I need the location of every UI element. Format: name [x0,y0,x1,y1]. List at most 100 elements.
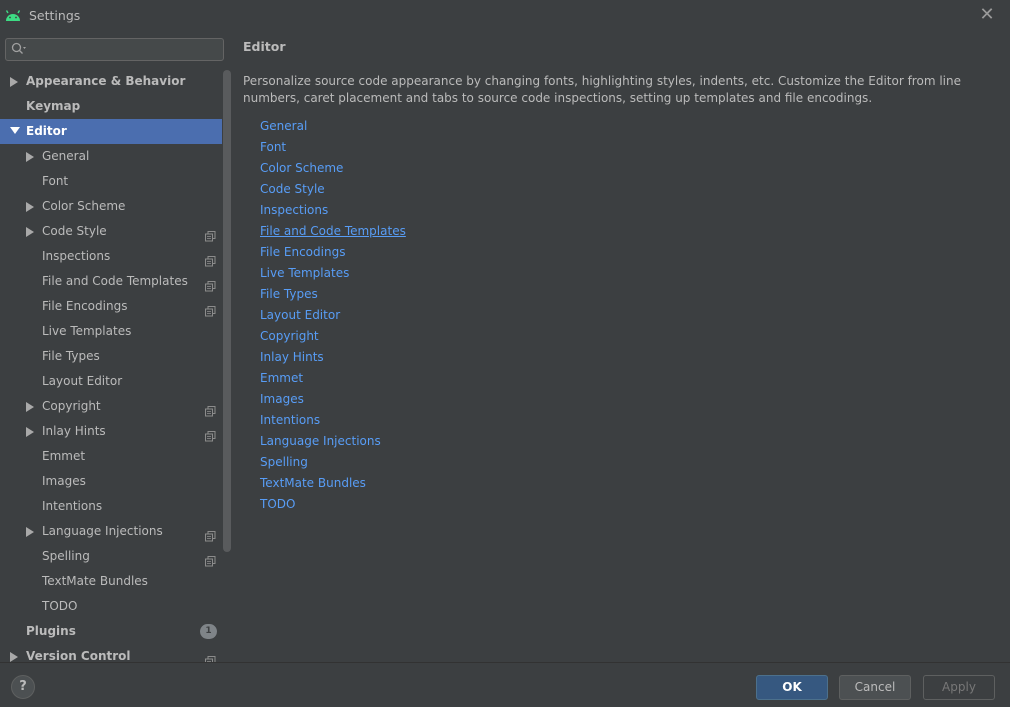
sidebar-item-color-scheme[interactable]: Color Scheme [0,194,222,219]
sidebar-item-label: TODO [42,599,78,613]
sidebar-item-label: Inspections [42,249,111,263]
link-layout-editor[interactable]: Layout Editor [260,305,406,326]
chevron-right-icon[interactable] [26,144,36,169]
chevron-down-icon[interactable] [10,119,20,144]
sidebar-item-inspections[interactable]: Inspections [0,244,222,269]
project-settings-icon [205,651,216,662]
link-code-style[interactable]: Code Style [260,179,406,200]
sidebar-item-emmet[interactable]: Emmet [0,444,222,469]
project-settings-icon [205,401,216,417]
sidebar-item-label: Editor [26,124,67,138]
link-todo[interactable]: TODO [260,494,406,515]
link-inspections[interactable]: Inspections [260,200,406,221]
sidebar-item-label: Spelling [42,549,90,563]
project-settings-icon [205,226,216,242]
link-file-encodings[interactable]: File Encodings [260,242,406,263]
settings-sidebar: Appearance & Behavior Keymap Editor General… [0,32,232,662]
sidebar-item-label: Keymap [26,99,81,113]
sidebar-item-intentions[interactable]: Intentions [0,494,222,519]
link-language-injections[interactable]: Language Injections [260,431,406,452]
link-file-and-code-templates[interactable]: File and Code Templates [260,221,406,242]
sidebar-item-label: TextMate Bundles [42,574,148,588]
project-settings-icon [205,276,216,292]
sidebar-item-editor[interactable]: Editor [0,119,222,144]
sidebar-item-file-encodings[interactable]: File Encodings [0,294,222,319]
sidebar-item-appearance-behavior[interactable]: Appearance & Behavior [0,69,222,94]
sidebar-item-inlay-hints[interactable]: Inlay Hints [0,419,222,444]
sidebar-item-label: Live Templates [42,324,132,338]
project-settings-icon [205,551,216,567]
chevron-right-icon[interactable] [10,69,20,94]
sidebar-item-label: Code Style [42,224,107,238]
link-intentions[interactable]: Intentions [260,410,406,431]
link-textmate-bundles[interactable]: TextMate Bundles [260,473,406,494]
link-general[interactable]: General [260,116,406,137]
title-bar: Settings ✕ [0,0,1010,32]
link-color-scheme[interactable]: Color Scheme [260,158,406,179]
link-file-types[interactable]: File Types [260,284,406,305]
page-title: Editor [243,39,286,54]
link-live-templates[interactable]: Live Templates [260,263,406,284]
update-count-badge: 1 [200,624,217,639]
chevron-right-icon[interactable] [26,394,36,419]
link-inlay-hints[interactable]: Inlay Hints [260,347,406,368]
subpage-links: General Font Color Scheme Code Style Inspect… [260,116,406,515]
sidebar-item-layout-editor[interactable]: Layout Editor [0,369,222,394]
sidebar-item-todo[interactable]: TODO [0,594,222,619]
help-button[interactable]: ? [11,675,35,699]
sidebar-item-file-and-code-templates[interactable]: File and Code Templates [0,269,222,294]
chevron-right-icon[interactable] [26,219,36,244]
sidebar-item-label: Color Scheme [42,199,126,213]
sidebar-item-label: General [42,149,90,163]
page-description: Personalize source code appearance by ch… [243,74,961,105]
link-emmet[interactable]: Emmet [260,368,406,389]
apply-button[interactable]: Apply [923,675,995,700]
chevron-right-icon[interactable] [26,419,36,444]
project-settings-icon [205,251,216,267]
search-input[interactable] [5,38,224,61]
dialog-footer: ? OK Cancel Apply [0,662,1010,707]
project-settings-icon [205,301,216,317]
sidebar-item-plugins[interactable]: Plugins 1 [0,619,222,644]
sidebar-item-file-types[interactable]: File Types [0,344,222,369]
ok-button[interactable]: OK [756,675,828,700]
sidebar-item-textmate-bundles[interactable]: TextMate Bundles [0,569,222,594]
settings-tree: Appearance & Behavior Keymap Editor General… [0,69,222,662]
sidebar-item-label: Intentions [42,499,103,513]
sidebar-item-label: Font [42,174,69,188]
android-icon [4,8,22,22]
chevron-right-icon[interactable] [10,644,20,662]
sidebar-item-label: Inlay Hints [42,424,106,438]
sidebar-item-version-control[interactable]: Version Control [0,644,222,662]
sidebar-item-images[interactable]: Images [0,469,222,494]
sidebar-item-font[interactable]: Font [0,169,222,194]
sidebar-item-label: File and Code Templates [42,274,188,288]
cancel-button[interactable]: Cancel [839,675,911,700]
sidebar-item-language-injections[interactable]: Language Injections [0,519,222,544]
sidebar-item-label: Language Injections [42,524,163,538]
sidebar-item-keymap[interactable]: Keymap [0,94,222,119]
sidebar-item-copyright[interactable]: Copyright [0,394,222,419]
project-settings-icon [205,426,216,442]
sidebar-item-general[interactable]: General [0,144,222,169]
settings-content: Editor Personalize source code appearanc… [232,32,1010,662]
sidebar-item-live-templates[interactable]: Live Templates [0,319,222,344]
search-icon [11,42,27,56]
link-images[interactable]: Images [260,389,406,410]
chevron-right-icon[interactable] [26,519,36,544]
sidebar-item-spelling[interactable]: Spelling [0,544,222,569]
sidebar-item-label: File Encodings [42,299,128,313]
sidebar-item-code-style[interactable]: Code Style [0,219,222,244]
sidebar-item-label: Plugins [26,624,76,638]
close-icon[interactable]: ✕ [976,4,998,26]
link-font[interactable]: Font [260,137,406,158]
sidebar-item-label: Copyright [42,399,101,413]
link-spelling[interactable]: Spelling [260,452,406,473]
window-title: Settings [29,8,81,23]
chevron-right-icon[interactable] [26,194,36,219]
project-settings-icon [205,526,216,542]
sidebar-item-label: Version Control [26,649,131,662]
link-copyright[interactable]: Copyright [260,326,406,347]
sidebar-item-label: Emmet [42,449,86,463]
sidebar-scrollbar[interactable] [223,70,231,552]
